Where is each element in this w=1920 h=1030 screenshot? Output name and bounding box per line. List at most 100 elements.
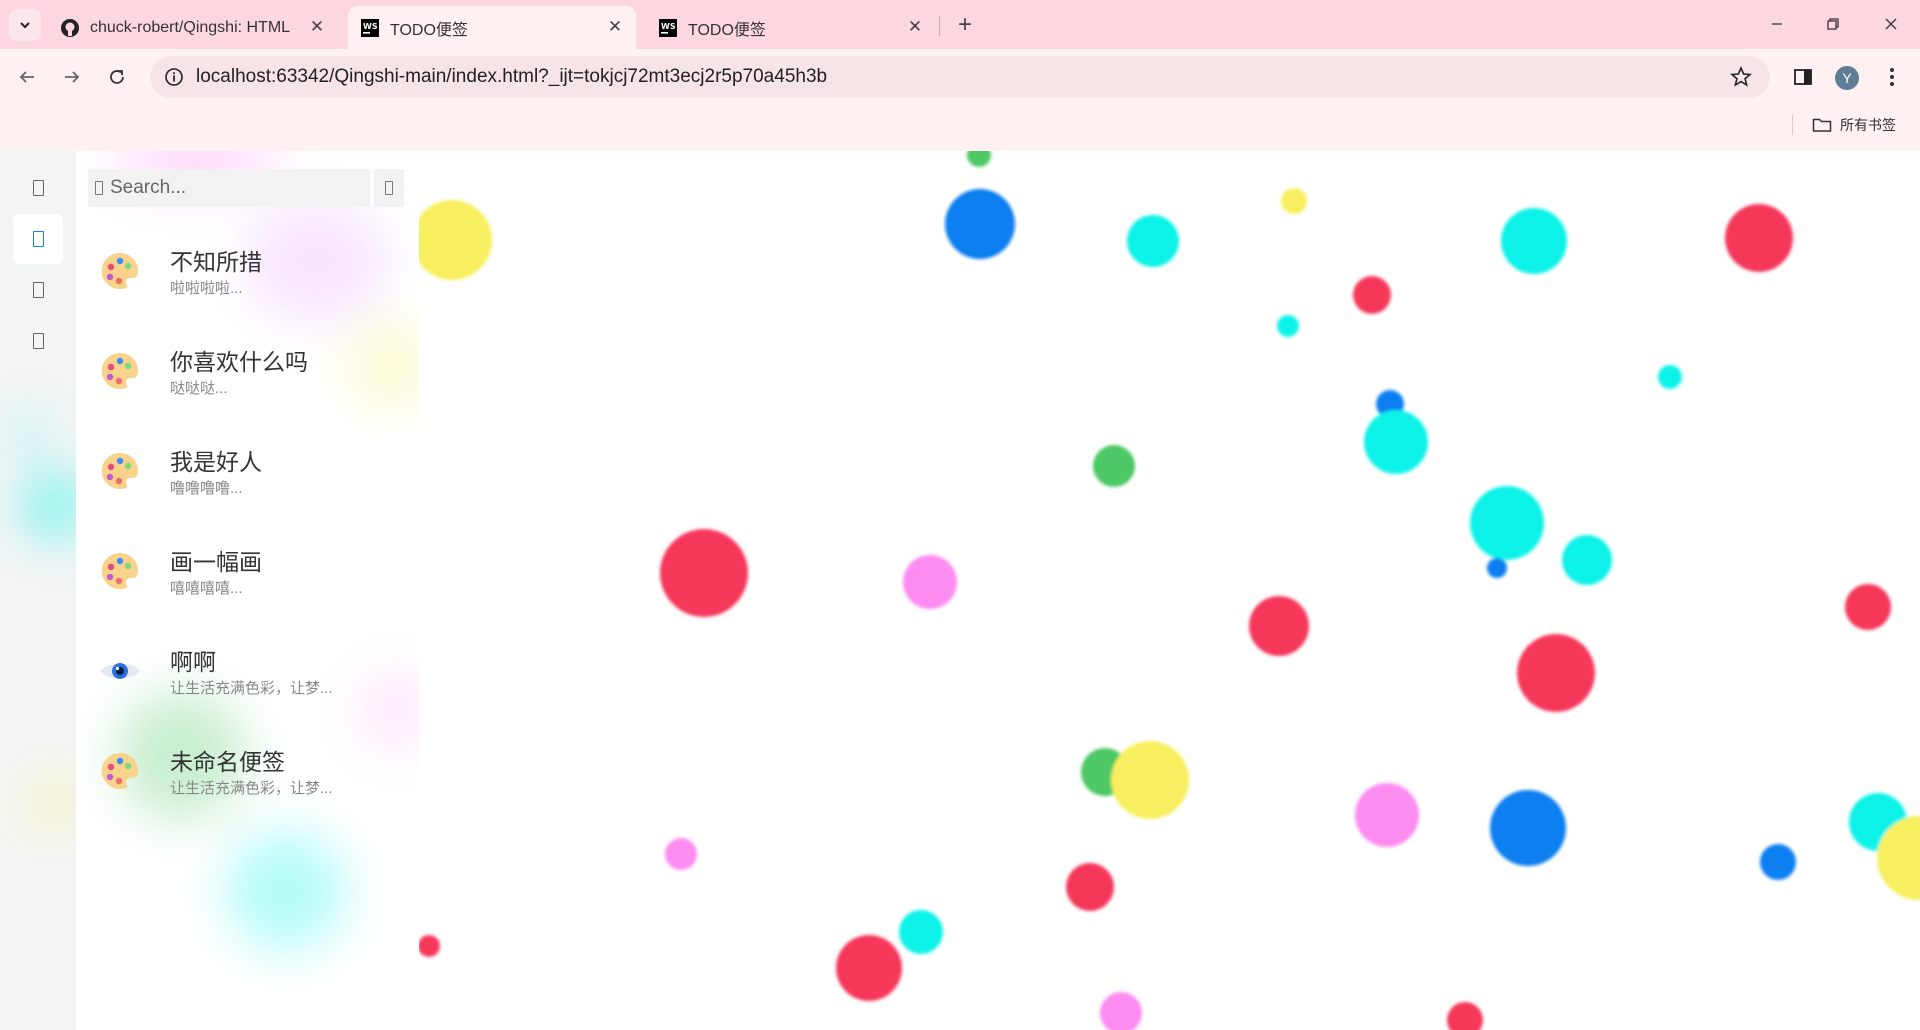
- bubble: [1470, 486, 1544, 560]
- tab-todo-2[interactable]: WS TODO便签 ✕: [646, 6, 936, 49]
- bubble: [1725, 204, 1793, 272]
- browser-menu-button[interactable]: [1880, 62, 1904, 92]
- webstorm-icon: WS: [361, 18, 379, 37]
- bubble: [1517, 634, 1595, 712]
- more-vertical-icon: [1890, 68, 1894, 86]
- placeholder-glyph-icon: [32, 282, 44, 298]
- bubble: [1760, 844, 1796, 880]
- note-item[interactable]: 啊啊 让生活充满色彩，让梦...: [76, 619, 419, 719]
- palette-icon: [101, 552, 138, 589]
- new-tab-button[interactable]: +: [952, 11, 978, 38]
- app-page: 不知所措 啦啦啦啦... 你喜欢什么吗 哒哒哒... 我是好人 噜噜噜噜... …: [0, 151, 1920, 1030]
- bubble: [665, 838, 697, 870]
- add-note-button[interactable]: [374, 169, 404, 207]
- svg-text:WS: WS: [661, 22, 676, 31]
- bubble: [1353, 276, 1391, 314]
- bubble: [1355, 783, 1419, 847]
- close-icon: [1885, 18, 1897, 30]
- tab-todo-active[interactable]: WS TODO便签 ✕: [348, 6, 636, 49]
- bubble: [1487, 558, 1507, 578]
- bubble: [1845, 584, 1891, 630]
- reload-button[interactable]: [101, 61, 133, 93]
- tab-strip: chuck-robert/Qingshi: HTML ✕ WS TODO便签 ✕…: [0, 0, 1920, 49]
- rail-bubble: [10, 416, 46, 452]
- search-box: [88, 169, 370, 207]
- note-item[interactable]: 未命名便签 让生活充满色彩，让梦...: [76, 719, 419, 819]
- webstorm-icon: WS: [659, 18, 677, 37]
- bookmarks-divider: [1792, 115, 1793, 135]
- all-bookmarks-button[interactable]: 所有书签: [1812, 113, 1896, 137]
- note-item[interactable]: 画一幅画 嘻嘻嘻嘻...: [76, 519, 419, 619]
- info-icon[interactable]: [164, 67, 184, 87]
- note-item[interactable]: 你喜欢什么吗 哒哒哒...: [76, 319, 419, 419]
- folder-icon: [1812, 118, 1832, 132]
- placeholder-glyph-icon: [32, 333, 44, 349]
- tab-github[interactable]: chuck-robert/Qingshi: HTML ✕: [48, 6, 338, 49]
- forward-button[interactable]: [56, 61, 88, 93]
- rail-button-1[interactable]: [13, 163, 63, 213]
- ambient-bubble: [226, 831, 346, 951]
- bubble: [1364, 410, 1428, 474]
- rail-button-3[interactable]: [13, 265, 63, 315]
- bubble: [899, 910, 943, 954]
- close-icon[interactable]: ✕: [308, 17, 326, 36]
- bubble: [903, 555, 957, 609]
- search-icon: [95, 181, 103, 195]
- restore-button[interactable]: [1810, 8, 1856, 40]
- all-bookmarks-label: 所有书签: [1840, 117, 1896, 133]
- tab-title: TODO便签: [688, 21, 766, 39]
- minimize-icon: [1772, 23, 1782, 25]
- tab-title: chuck-robert/Qingshi: HTML: [90, 18, 291, 36]
- bubble-svg: [419, 151, 1920, 1030]
- back-button[interactable]: [11, 61, 43, 93]
- reload-icon: [110, 70, 124, 84]
- arrow-right-icon: [65, 71, 80, 83]
- bubble: [1658, 365, 1682, 389]
- placeholder-glyph-icon: [385, 181, 393, 195]
- bubble: [967, 151, 991, 167]
- note-item[interactable]: 我是好人 噜噜噜噜...: [76, 419, 419, 519]
- note-preview: 哒哒哒...: [170, 380, 228, 397]
- palette-icon: [101, 752, 138, 789]
- profile-avatar[interactable]: Y: [1835, 66, 1859, 90]
- notes-panel: 不知所措 啦啦啦啦... 你喜欢什么吗 哒哒哒... 我是好人 噜噜噜噜... …: [76, 151, 419, 1030]
- bubble: [1562, 535, 1612, 585]
- note-item[interactable]: 不知所措 啦啦啦啦...: [76, 219, 419, 319]
- bubble: [1127, 215, 1179, 267]
- note-preview: 嘻嘻嘻嘻...: [170, 580, 243, 597]
- bubble: [1249, 596, 1309, 656]
- note-title: 我是好人: [170, 449, 262, 475]
- bubble-canvas[interactable]: [419, 151, 1920, 1030]
- bubble: [1100, 992, 1142, 1030]
- minimize-button[interactable]: [1754, 8, 1800, 40]
- bubble: [419, 200, 492, 280]
- bookmarks-bar: 所有书签: [0, 105, 1920, 151]
- side-panel-button[interactable]: [1788, 62, 1818, 92]
- address-bar[interactable]: localhost:63342/Qingshi-main/index.html?…: [150, 56, 1770, 98]
- palette-icon: [101, 352, 138, 389]
- note-preview: 噜噜噜噜...: [170, 480, 243, 497]
- star-icon[interactable]: [1730, 66, 1752, 88]
- placeholder-glyph-icon: [32, 231, 44, 247]
- palette-icon: [101, 252, 138, 289]
- bubble: [1111, 741, 1189, 819]
- bubble: [1066, 863, 1114, 911]
- close-icon[interactable]: ✕: [906, 17, 924, 36]
- note-title: 你喜欢什么吗: [170, 349, 308, 375]
- restore-icon: [1827, 18, 1839, 30]
- note-title: 不知所措: [170, 249, 262, 275]
- close-window-button[interactable]: [1868, 8, 1914, 40]
- close-icon[interactable]: ✕: [606, 17, 624, 36]
- bubble: [1281, 188, 1307, 214]
- eye-icon: [100, 663, 140, 679]
- tab-search-button[interactable]: [9, 9, 41, 41]
- rail-button-2[interactable]: [13, 214, 63, 264]
- placeholder-glyph-icon: [32, 180, 44, 196]
- note-title: 画一幅画: [170, 549, 262, 575]
- bubble: [1093, 445, 1135, 487]
- rail-button-4[interactable]: [13, 316, 63, 366]
- tab-divider: [939, 16, 940, 36]
- url-text[interactable]: localhost:63342/Qingshi-main/index.html?…: [196, 66, 827, 88]
- bubble: [1447, 1002, 1483, 1030]
- search-input[interactable]: [110, 169, 365, 207]
